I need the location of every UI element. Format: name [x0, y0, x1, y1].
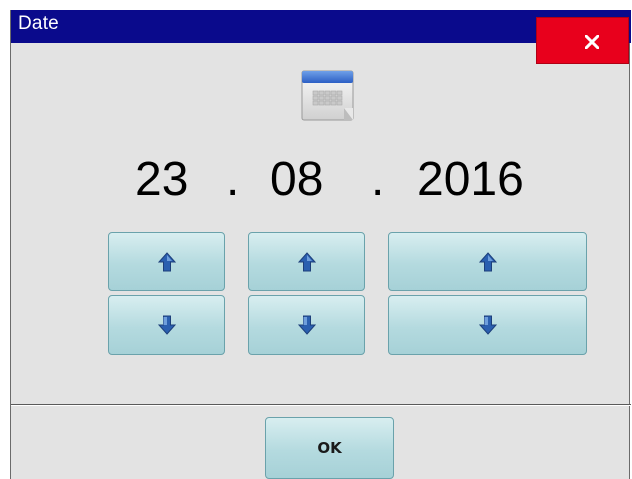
arrow-up-icon [478, 251, 497, 271]
month-value: 08 [270, 153, 324, 206]
year-value: 2016 [417, 153, 524, 206]
day-value: 23 [135, 153, 189, 206]
close-button[interactable] [536, 17, 629, 64]
footer-divider [11, 404, 631, 406]
month-up-button[interactable] [248, 232, 365, 291]
year-down-button[interactable] [388, 295, 587, 355]
year-up-button[interactable] [388, 232, 587, 291]
calendar-icon [300, 68, 357, 124]
arrow-down-icon [157, 315, 176, 335]
date-separator: . [371, 153, 385, 206]
arrow-up-icon [297, 251, 316, 271]
arrow-down-icon [478, 315, 497, 335]
arrow-up-icon [157, 251, 176, 271]
day-down-button[interactable] [108, 295, 225, 355]
ok-button[interactable]: OK [265, 417, 394, 479]
day-up-button[interactable] [108, 232, 225, 291]
close-icon [585, 35, 599, 49]
arrow-down-icon [297, 315, 316, 335]
window-title: Date [18, 13, 59, 34]
month-down-button[interactable] [248, 295, 365, 355]
date-dialog: Date 23 . 08 . 2016 OK [10, 10, 631, 479]
date-separator: . [226, 153, 240, 206]
